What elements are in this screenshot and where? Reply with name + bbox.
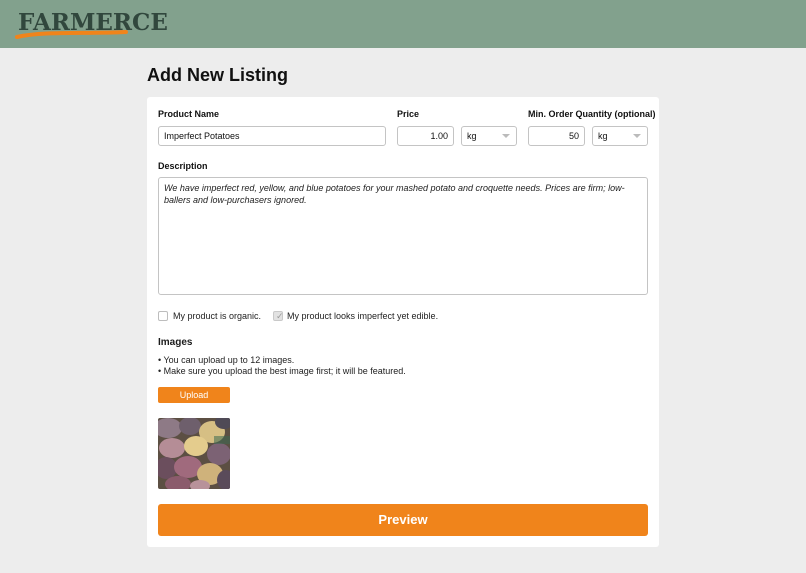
checkmark-icon: ✓ — [276, 311, 284, 321]
description-textarea[interactable]: We have imperfect red, yellow, and blue … — [158, 177, 648, 295]
organic-checkbox[interactable] — [158, 311, 168, 321]
page-title: Add New Listing — [147, 65, 288, 85]
product-name-label: Product Name — [158, 109, 220, 119]
price-unit-value: kg — [467, 131, 477, 141]
app-header: FARMERCE — [0, 0, 806, 48]
chevron-down-icon — [633, 134, 641, 138]
images-section-title: Images — [158, 337, 193, 348]
price-unit-select[interactable]: kg — [461, 126, 517, 146]
price-input[interactable]: 1.00 — [397, 126, 454, 146]
upload-button[interactable]: Upload — [158, 387, 230, 403]
description-label: Description — [158, 161, 208, 171]
product-name-input[interactable]: Imperfect Potatoes — [158, 126, 386, 146]
organic-checkbox-row[interactable]: My product is organic. — [158, 311, 268, 323]
imperfect-checkbox[interactable]: ✓ — [273, 311, 284, 321]
min-order-unit-value: kg — [598, 131, 608, 141]
chevron-down-icon — [502, 134, 510, 138]
price-label: Price — [397, 109, 420, 119]
min-order-unit-select[interactable]: kg — [592, 126, 648, 146]
potatoes-photo-thumbnail[interactable] — [158, 418, 230, 489]
farmerce-logo[interactable]: FARMERCE — [14, 4, 168, 44]
imperfect-checkbox-row[interactable]: ✓ My product looks imperfect yet edible. — [273, 311, 453, 323]
preview-button[interactable]: Preview — [158, 504, 648, 536]
potatoes-photo-icon — [158, 418, 230, 489]
listing-form-card: Product Name Imperfect Potatoes Price 1.… — [147, 97, 659, 547]
imperfect-checkbox-label: My product looks imperfect yet edible. — [287, 311, 439, 321]
logo-text: FARMERCE — [18, 9, 168, 36]
min-order-label: Min. Order Quantity (optional) — [528, 109, 656, 119]
organic-checkbox-label: My product is organic. — [173, 311, 262, 321]
min-order-input[interactable]: 50 — [528, 126, 585, 146]
images-hint: • Make sure you upload the best image fi… — [158, 366, 406, 376]
images-hint: • You can upload up to 12 images. — [158, 355, 295, 365]
